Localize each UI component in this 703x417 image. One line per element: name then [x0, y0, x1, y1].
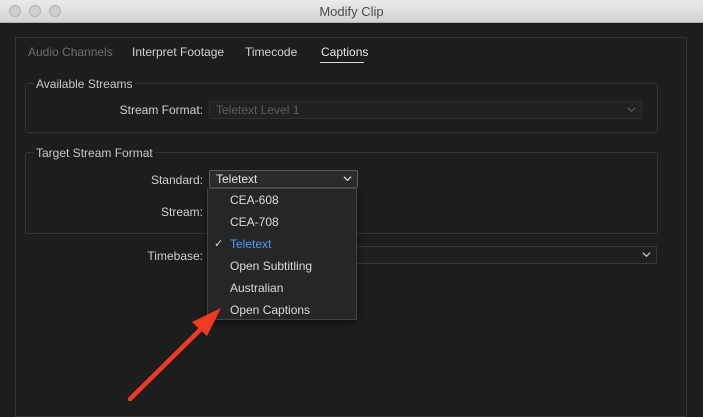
menu-item-label: Teletext — [230, 237, 272, 251]
stream-label: Stream: — [160, 205, 203, 219]
menu-item-cea-708[interactable]: CEA-708 — [208, 211, 356, 233]
timebase-label: Timebase: — [147, 249, 203, 263]
stream-format-value: Teletext Level 1 — [216, 103, 300, 117]
annotation-arrow-icon — [127, 308, 221, 401]
menu-item-open-subtitling[interactable]: Open Subtitling — [208, 255, 356, 277]
target-stream-format-heading: Target Stream Format — [34, 146, 155, 160]
menu-item-open-captions[interactable]: Open Captions — [208, 299, 356, 321]
stream-format-label: Stream Format: — [119, 103, 203, 117]
window-title: Modify Clip — [319, 4, 384, 19]
standard-value: Teletext — [216, 172, 258, 186]
tab-audio-channels: Audio Channels — [28, 45, 113, 59]
checkmark-icon: ✓ — [214, 238, 224, 250]
menu-item-label: Open Captions — [230, 303, 311, 317]
menu-item-label: CEA-708 — [230, 215, 279, 229]
tab-timecode[interactable]: Timecode — [245, 45, 297, 59]
menu-item-australian[interactable]: Australian — [208, 277, 356, 299]
menu-item-teletext[interactable]: ✓ Teletext — [208, 233, 356, 255]
available-streams-heading: Available Streams — [34, 77, 135, 91]
active-tab-indicator — [320, 62, 364, 63]
chevron-down-icon — [627, 107, 636, 113]
tab-interpret-footage[interactable]: Interpret Footage — [132, 45, 224, 59]
standard-select[interactable]: Teletext — [209, 170, 358, 188]
standard-label: Standard: — [150, 173, 203, 187]
title-bar: Modify Clip — [0, 0, 703, 23]
stream-format-select: Teletext Level 1 — [209, 101, 642, 119]
tab-captions[interactable]: Captions — [321, 45, 368, 59]
menu-item-label: Australian — [230, 281, 284, 295]
chevron-down-icon — [642, 252, 651, 258]
menu-item-cea-608[interactable]: CEA-608 — [208, 189, 356, 211]
chevron-down-icon — [343, 176, 352, 182]
menu-item-label: Open Subtitling — [230, 259, 313, 273]
menu-item-label: CEA-608 — [230, 193, 279, 207]
